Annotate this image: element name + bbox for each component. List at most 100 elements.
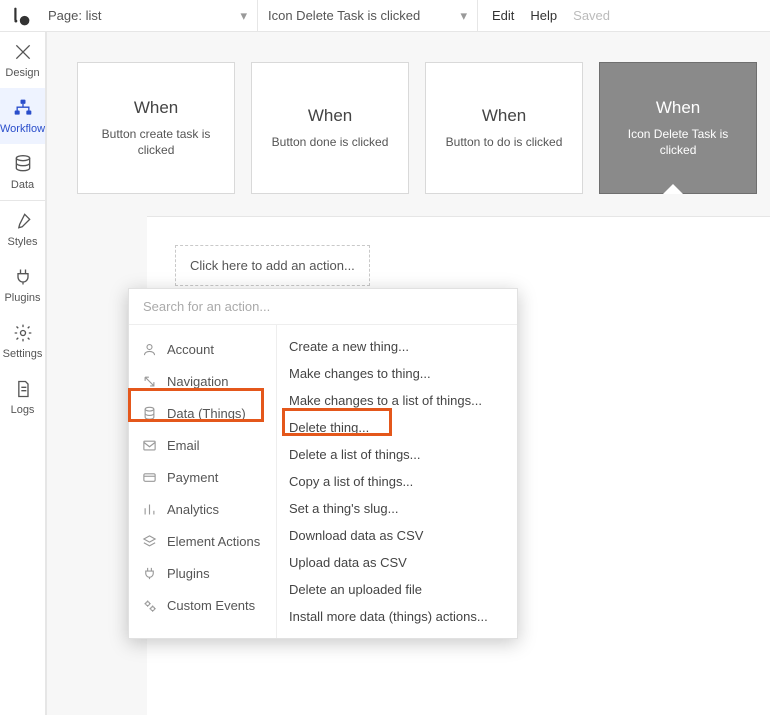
action-label: Delete thing... xyxy=(289,420,369,435)
action-dropdown: Account Navigation Data (Things) Email P… xyxy=(128,288,518,639)
category-label: Account xyxy=(167,342,214,357)
action-item[interactable]: Set a thing's slug... xyxy=(277,495,517,522)
category-analytics[interactable]: Analytics xyxy=(129,493,276,525)
add-action-button[interactable]: Click here to add an action... xyxy=(175,245,370,286)
search-input[interactable] xyxy=(143,299,503,314)
rail-label: Design xyxy=(5,67,39,79)
category-label: Email xyxy=(167,438,200,453)
action-item[interactable]: Delete an uploaded file xyxy=(277,576,517,603)
event-row: When Button create task is clicked When … xyxy=(77,62,757,194)
bubble-logo xyxy=(8,4,32,28)
category-label: Navigation xyxy=(167,374,228,389)
action-label: Download data as CSV xyxy=(289,528,423,543)
page-selector[interactable]: Page: list ▾ xyxy=(38,0,258,31)
bar-chart-icon xyxy=(141,501,157,517)
category-label: Payment xyxy=(167,470,218,485)
event-card[interactable]: When Button done is clicked xyxy=(251,62,409,194)
category-account[interactable]: Account xyxy=(129,333,276,365)
gear-icon xyxy=(12,322,34,344)
rail-tab-logs[interactable]: Logs xyxy=(0,369,45,425)
rail-label: Logs xyxy=(11,404,35,416)
action-label: Delete a list of things... xyxy=(289,447,421,462)
event-desc: Button to do is clicked xyxy=(446,134,563,150)
event-card[interactable]: When Button to do is clicked xyxy=(425,62,583,194)
category-plugins[interactable]: Plugins xyxy=(129,557,276,589)
action-categories: Account Navigation Data (Things) Email P… xyxy=(129,325,277,638)
action-item[interactable]: Make changes to a list of things... xyxy=(277,387,517,414)
action-item[interactable]: Install more data (things) actions... xyxy=(277,603,517,630)
paintbrush-icon xyxy=(12,210,34,232)
search-row xyxy=(129,289,517,325)
topbar: Page: list ▾ Icon Delete Task is clicked… xyxy=(0,0,770,32)
user-icon xyxy=(141,341,157,357)
rail-tab-workflow[interactable]: Workflow xyxy=(0,88,45,144)
rail-label: Workflow xyxy=(0,123,45,135)
sitemap-icon xyxy=(12,97,34,119)
category-label: Element Actions xyxy=(167,534,260,549)
rail-label: Settings xyxy=(3,348,43,360)
event-card-selected[interactable]: When Icon Delete Task is clicked xyxy=(599,62,757,194)
action-label: Upload data as CSV xyxy=(289,555,407,570)
rail-tab-design[interactable]: Design xyxy=(0,32,45,88)
arrow-out-icon xyxy=(141,373,157,389)
rail-tab-plugins[interactable]: Plugins xyxy=(0,257,45,313)
event-title: When xyxy=(482,106,526,126)
action-label: Make changes to thing... xyxy=(289,366,431,381)
add-action-label: Click here to add an action... xyxy=(190,258,355,273)
database-icon xyxy=(141,405,157,421)
event-desc: Button create task is clicked xyxy=(86,126,226,158)
event-desc: Button done is clicked xyxy=(272,134,389,150)
category-label: Data (Things) xyxy=(167,406,246,421)
document-icon xyxy=(12,378,34,400)
rail-label: Styles xyxy=(8,236,38,248)
action-label: Set a thing's slug... xyxy=(289,501,398,516)
event-title: When xyxy=(134,98,178,118)
rail-label: Plugins xyxy=(4,292,40,304)
category-label: Analytics xyxy=(167,502,219,517)
page-selector-label: Page: list xyxy=(48,8,101,23)
left-rail: Design Workflow Data Styles Plugins Sett… xyxy=(0,32,46,715)
action-item[interactable]: Copy a list of things... xyxy=(277,468,517,495)
category-label: Custom Events xyxy=(167,598,255,613)
category-custom-events[interactable]: Custom Events xyxy=(129,589,276,621)
category-data[interactable]: Data (Things) xyxy=(129,397,276,429)
chevron-down-icon: ▾ xyxy=(460,8,467,24)
action-label: Delete an uploaded file xyxy=(289,582,422,597)
event-selector[interactable]: Icon Delete Task is clicked ▾ xyxy=(258,0,478,31)
action-item[interactable]: Delete a list of things... xyxy=(277,441,517,468)
action-item[interactable]: Create a new thing... xyxy=(277,333,517,360)
action-label: Make changes to a list of things... xyxy=(289,393,482,408)
top-menu: Edit Help Saved xyxy=(478,0,610,31)
credit-card-icon xyxy=(141,469,157,485)
menu-edit[interactable]: Edit xyxy=(492,8,514,23)
action-item[interactable]: Make changes to thing... xyxy=(277,360,517,387)
action-item[interactable]: Delete thing... xyxy=(277,414,517,441)
event-title: When xyxy=(308,106,352,126)
event-title: When xyxy=(656,98,700,118)
category-payment[interactable]: Payment xyxy=(129,461,276,493)
menu-body: Account Navigation Data (Things) Email P… xyxy=(129,325,517,638)
chevron-down-icon: ▾ xyxy=(240,8,247,24)
rail-tab-styles[interactable]: Styles xyxy=(0,201,45,257)
plug-icon xyxy=(141,565,157,581)
rail-tab-data[interactable]: Data xyxy=(0,144,45,200)
action-item[interactable]: Upload data as CSV xyxy=(277,549,517,576)
action-label: Copy a list of things... xyxy=(289,474,413,489)
action-list: Create a new thing... Make changes to th… xyxy=(277,325,517,638)
rail-tab-settings[interactable]: Settings xyxy=(0,313,45,369)
event-selector-label: Icon Delete Task is clicked xyxy=(268,8,420,23)
category-element-actions[interactable]: Element Actions xyxy=(129,525,276,557)
gears-icon xyxy=(141,597,157,613)
plug-icon xyxy=(12,266,34,288)
action-item[interactable]: Download data as CSV xyxy=(277,522,517,549)
category-email[interactable]: Email xyxy=(129,429,276,461)
mail-icon xyxy=(141,437,157,453)
menu-help[interactable]: Help xyxy=(530,8,557,23)
connector-arrow-icon xyxy=(663,184,683,194)
save-status: Saved xyxy=(573,8,610,23)
database-icon xyxy=(12,153,34,175)
category-navigation[interactable]: Navigation xyxy=(129,365,276,397)
event-card[interactable]: When Button create task is clicked xyxy=(77,62,235,194)
rail-label: Data xyxy=(11,179,34,191)
crossed-tools-icon xyxy=(12,41,34,63)
